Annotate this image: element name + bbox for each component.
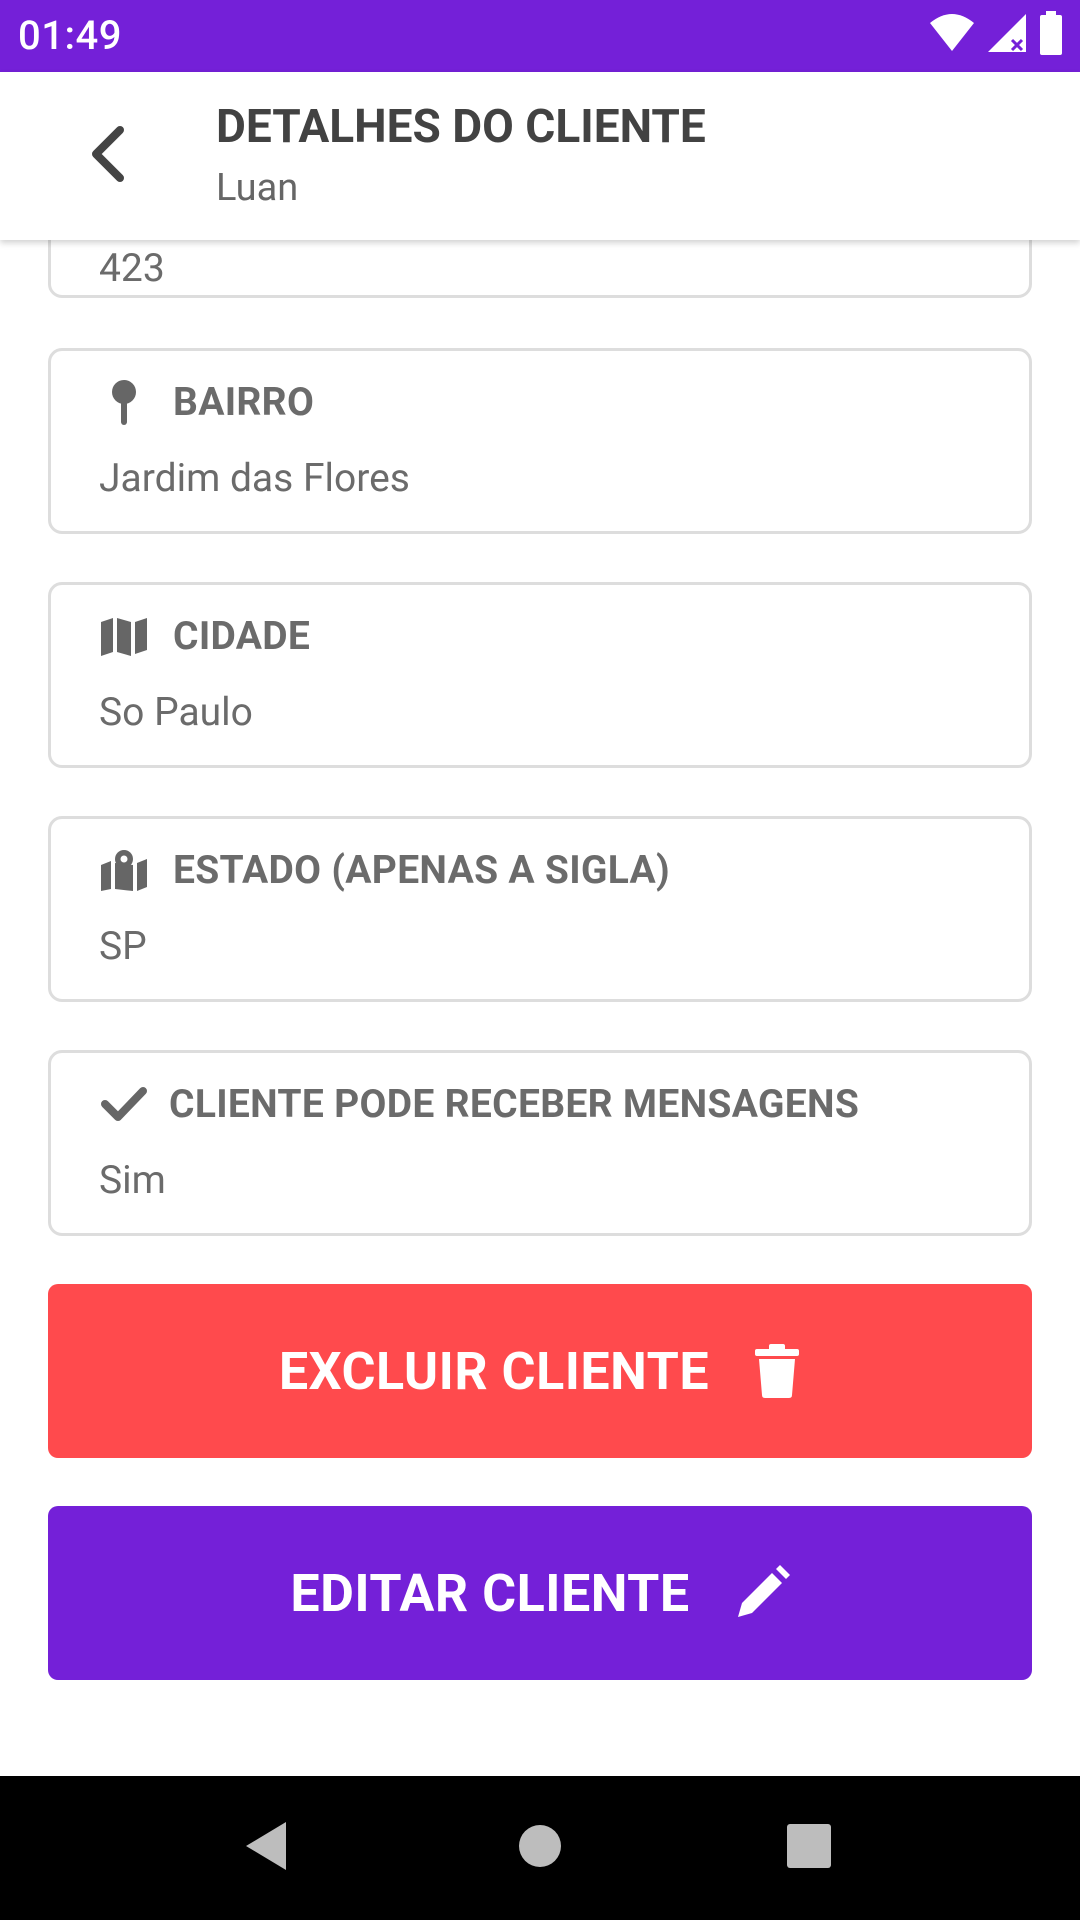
battery-icon [1038, 11, 1064, 59]
client-details-list[interactable]: 423 BAIRRO Jardim das Flores CIDADE So P… [0, 240, 1080, 1776]
detail-card-number: 423 [48, 240, 1032, 298]
nav-recents-icon [786, 1823, 832, 1873]
map-icon [99, 611, 149, 661]
nav-recents-button[interactable] [773, 1812, 845, 1884]
status-time: 01:49 [18, 12, 122, 59]
pencil-icon [734, 1565, 790, 1621]
nav-back-icon [242, 1820, 290, 1876]
app-bar: DETALHES DO CLIENTE Luan [0, 72, 1080, 240]
page-subtitle: Luan [216, 166, 299, 210]
field-label: CLIENTE PODE RECEBER MENSAGENS [169, 1081, 860, 1127]
nav-home-icon [517, 1823, 563, 1873]
page-title: DETALHES DO CLIENTE [216, 100, 706, 154]
nav-home-button[interactable] [504, 1812, 576, 1884]
delete-client-button[interactable]: EXCLUIR CLIENTE [48, 1284, 1032, 1458]
status-icons [928, 11, 1064, 59]
check-icon [99, 1079, 149, 1129]
field-value: So Paulo [99, 689, 253, 735]
field-value: SP [99, 923, 147, 969]
pin-icon [99, 377, 149, 427]
map-marker-icon [99, 845, 149, 895]
detail-card-estado: ESTADO (APENAS A SIGLA) SP [48, 816, 1032, 1002]
field-label: BAIRRO [173, 379, 315, 425]
field-value: 423 [99, 245, 165, 291]
chevron-left-icon [88, 126, 128, 186]
delete-button-label: EXCLUIR CLIENTE [278, 1340, 710, 1402]
detail-card-bairro: BAIRRO Jardim das Flores [48, 348, 1032, 534]
field-value: Sim [99, 1157, 166, 1203]
edit-client-button[interactable]: EDITAR CLIENTE [48, 1506, 1032, 1680]
trash-icon [753, 1343, 801, 1399]
detail-card-cidade: CIDADE So Paulo [48, 582, 1032, 768]
edit-button-label: EDITAR CLIENTE [290, 1562, 690, 1624]
detail-card-mensagens: CLIENTE PODE RECEBER MENSAGENS Sim [48, 1050, 1032, 1236]
status-bar: 01:49 [0, 0, 1080, 72]
back-button[interactable] [72, 120, 144, 192]
signal-icon [986, 12, 1028, 58]
field-value: Jardim das Flores [99, 455, 410, 501]
system-nav-bar [0, 1776, 1080, 1920]
field-label: ESTADO (APENAS A SIGLA) [173, 847, 671, 893]
field-label: CIDADE [173, 613, 311, 659]
nav-back-button[interactable] [230, 1812, 302, 1884]
wifi-icon [928, 13, 976, 57]
